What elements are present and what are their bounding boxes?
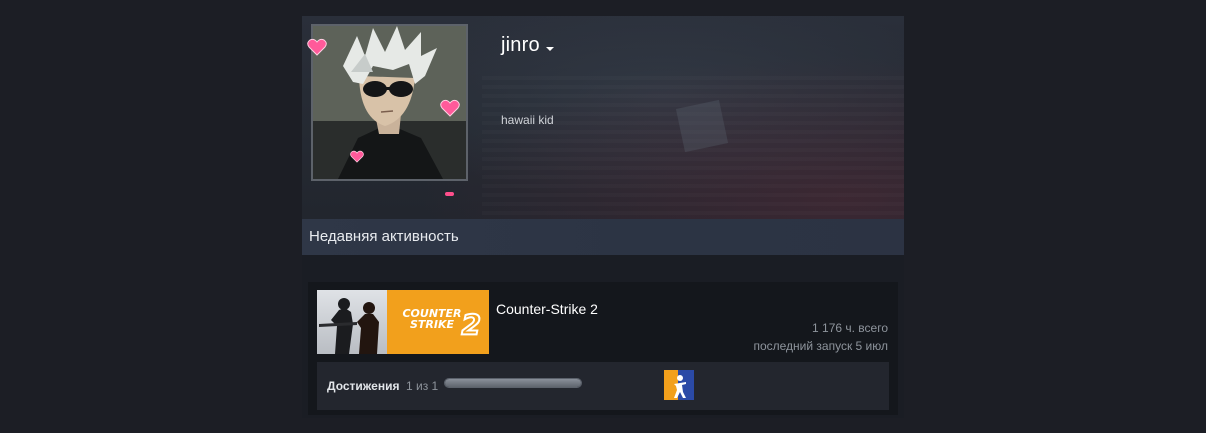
achievements-progress-fill [445,379,581,387]
achievements-panel: Достижения 1 из 1 [317,362,889,410]
game-card: COUNTER STRIKE 2 Counter-Strike 2 1 176 … [308,282,898,415]
heart-icon [350,150,364,163]
username-row[interactable]: jinro [501,34,554,57]
achievement-icon[interactable] [664,370,694,400]
page: jinro hawaii kid Недавняя активность COU… [0,0,1206,433]
profile-card: jinro hawaii kid Недавняя активность COU… [302,16,904,418]
chevron-down-icon[interactable] [545,46,554,51]
logo-number: 2 [460,308,482,341]
username[interactable]: jinro [501,34,540,57]
last-played: последний запуск 5 июл [753,339,888,353]
heart-fragment [445,192,454,196]
achievements-progress-bar [444,378,582,388]
section-title: Недавняя активность [309,228,459,245]
background-cube [675,99,729,153]
hours-played: 1 176 ч. всего [812,321,888,335]
game-name[interactable]: Counter-Strike 2 [496,301,598,317]
recent-activity-header: Недавняя активность [302,219,904,255]
game-logo: COUNTER STRIKE 2 [377,308,487,340]
game-capsule[interactable]: COUNTER STRIKE 2 [317,290,489,354]
heart-icon [307,38,327,56]
heart-icon [440,99,460,117]
achievements-label[interactable]: Достижения [327,379,399,393]
profile-status: hawaii kid [501,113,554,127]
achievements-count: 1 из 1 [406,379,439,393]
cs-achievement-icon [664,370,694,400]
